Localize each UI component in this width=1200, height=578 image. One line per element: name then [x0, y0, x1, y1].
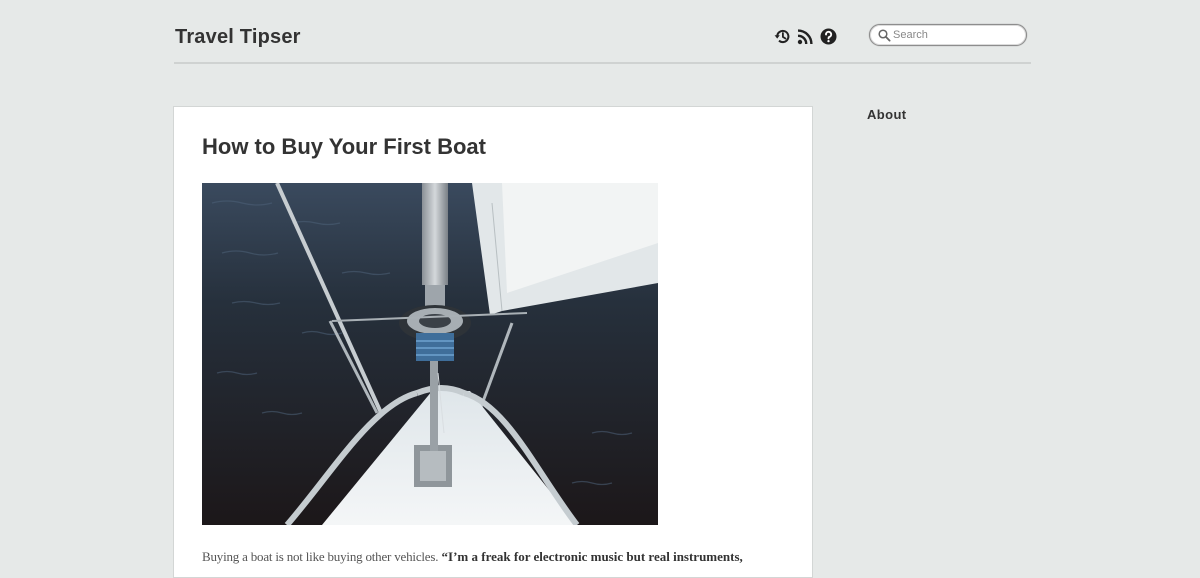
search-input[interactable]: [893, 27, 1021, 43]
search-box[interactable]: [869, 24, 1027, 46]
post-excerpt: Buying a boat is not like buying other v…: [202, 548, 792, 566]
excerpt-quote: “I’m a freak for electronic music but re…: [441, 549, 743, 564]
post-card: How to Buy Your First Boat Buying a boat…: [173, 106, 813, 578]
excerpt-lead: Buying a boat is not like buying other v…: [202, 549, 439, 564]
header-divider: [174, 62, 1031, 64]
history-icon[interactable]: [774, 28, 791, 45]
post-title[interactable]: How to Buy Your First Boat: [202, 134, 486, 160]
rss-icon[interactable]: [797, 28, 814, 45]
help-icon[interactable]: [820, 28, 837, 45]
sidebar-about-heading: About: [867, 107, 907, 122]
header-icons: [774, 28, 837, 45]
site-title[interactable]: Travel Tipser: [175, 25, 301, 49]
post-image[interactable]: [202, 183, 658, 525]
search-icon: [878, 29, 891, 42]
